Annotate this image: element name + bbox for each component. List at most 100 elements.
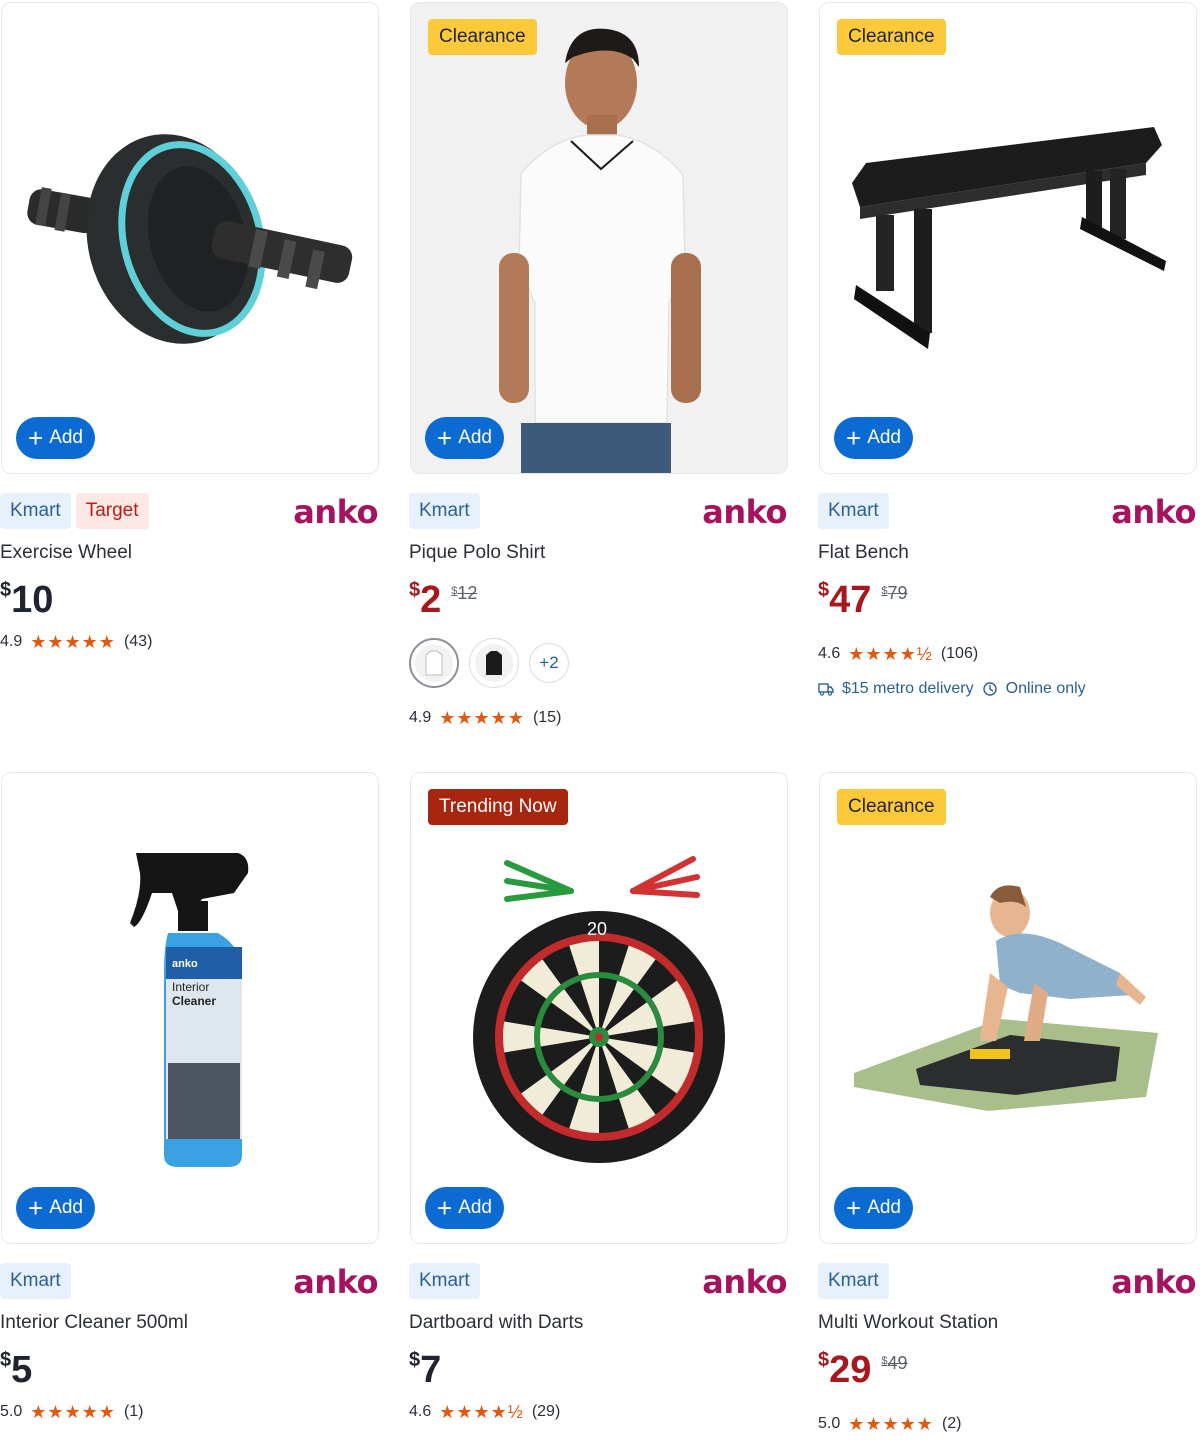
star-icons: ★★★★★ [30,1401,116,1422]
price-row: $7 [409,1349,789,1394]
online-only-icon [982,682,997,696]
star-icons: ★★★★★ [848,1413,934,1434]
rating-value: 4.9 [0,633,23,650]
current-price: $29 [818,1349,872,1391]
add-to-cart-button[interactable]: + Add [425,417,504,459]
interior-cleaner-bottle-image: anko Interior Cleaner [130,853,249,1167]
price-row: $47 $79 [818,579,1198,624]
product-card[interactable]: Clearance + Add Kmart anko Multi Workout… [818,772,1198,1438]
rating: 4.6 ★★★★½ (29) [409,1398,789,1426]
online-only-text: Online only [1005,680,1086,697]
white-shirt-icon [425,650,443,676]
add-label: Add [867,427,901,448]
review-count: (43) [123,633,153,650]
product-image-box[interactable]: Clearance + Add [819,2,1197,474]
product-image-box[interactable]: Clearance + Add [410,2,788,474]
current-price: $7 [409,1349,442,1391]
review-count: (2) [941,1415,962,1432]
delivery-text: $15 metro delivery [842,680,974,697]
add-to-cart-button[interactable]: + Add [16,1187,95,1229]
dartboard-image: 20 [473,856,725,1163]
add-to-cart-button[interactable]: + Add [16,417,95,459]
rating: 5.0 ★★★★★ (1) [0,1398,380,1426]
was-price: $49 [881,1353,908,1373]
plus-icon: + [437,423,453,453]
swatch-black[interactable] [469,638,519,688]
retailer-tags: Kmart anko [409,492,789,531]
add-to-cart-button[interactable]: + Add [425,1187,504,1229]
review-count: (1) [123,1403,144,1420]
plus-icon: + [437,1193,453,1223]
clearance-badge: Clearance [428,19,537,55]
retailer-tag-kmart: Kmart [409,493,480,529]
product-title[interactable]: Exercise Wheel [0,542,380,568]
price-row: $10 [0,579,380,624]
retailer-tag-kmart: Kmart [0,493,71,529]
polo-shirt-model-image [411,3,787,473]
plus-icon: + [28,1193,44,1223]
price-row: $2 $12 [409,579,789,624]
brand-logo: anko [702,493,787,531]
clearance-badge: Clearance [837,789,946,825]
retailer-tag-target: Target [75,493,149,529]
brand-logo: anko [293,493,378,531]
product-card[interactable]: + Add Kmart Target anko Exercise Wheel $… [0,2,380,656]
svg-text:Interior: Interior [172,980,209,994]
trending-badge: Trending Now [428,789,568,825]
retailer-tag-kmart: Kmart [818,493,889,529]
star-icons: ★★★★½ [848,643,933,664]
product-card[interactable]: Clearance + Add Kmart anko Pique Polo Sh… [409,2,789,732]
current-price: $10 [0,579,54,621]
product-image-box[interactable]: + Add [1,2,379,474]
current-price: $47 [818,579,872,621]
brand-logo: anko [702,1263,787,1301]
price-row: $5 [0,1349,380,1394]
add-label: Add [49,427,83,448]
more-swatches-button[interactable]: +2 [529,643,569,683]
rating-value: 4.9 [409,709,432,726]
retailer-tag-kmart: Kmart [0,1263,71,1299]
retailer-tags: Kmart anko [409,1262,789,1301]
star-icons: ★★★★★ [30,631,116,652]
rating: 5.0 ★★★★★ (2) [818,1410,1198,1438]
product-card[interactable]: 20 Trending Now + Add Kmart anko Dartboa… [409,772,789,1426]
rating: 4.9 ★★★★★ (15) [409,704,789,732]
product-image-box[interactable]: Clearance + Add [819,772,1197,1244]
add-label: Add [458,1197,492,1218]
product-image-box[interactable]: 20 Trending Now + Add [410,772,788,1244]
product-card[interactable]: anko Interior Cleaner + Add Kmart anko I… [0,772,380,1426]
price-row: $29 $49 [818,1349,1198,1394]
retailer-tags: Kmart anko [818,1262,1198,1301]
rating-value: 5.0 [0,1403,23,1420]
color-swatches: +2 [409,634,789,692]
add-label: Add [49,1197,83,1218]
plus-icon: + [846,423,862,453]
retailer-tags: Kmart anko [818,492,1198,531]
was-price: $12 [451,583,478,603]
retailer-tag-kmart: Kmart [818,1263,889,1299]
svg-text:Cleaner: Cleaner [172,994,216,1008]
product-card[interactable]: Clearance + Add Kmart anko Flat Bench $4… [818,2,1198,698]
was-price: $79 [881,583,908,603]
add-to-cart-button[interactable]: + Add [834,417,913,459]
rating-value: 5.0 [818,1415,841,1432]
current-price: $2 [409,579,442,621]
delivery-info: $15 metro delivery Online only [818,680,1198,698]
swatch-white[interactable] [409,638,459,688]
svg-text:20: 20 [587,919,607,939]
review-count: (15) [532,709,562,726]
retailer-tags: Kmart anko [0,1262,380,1301]
product-title[interactable]: Pique Polo Shirt [409,542,789,568]
flat-bench-image [852,127,1166,349]
plus-icon: + [846,1193,862,1223]
delivery-truck-icon [818,683,834,696]
review-count: (106) [940,645,979,662]
product-image-box[interactable]: anko Interior Cleaner + Add [1,772,379,1244]
add-to-cart-button[interactable]: + Add [834,1187,913,1229]
product-title[interactable]: Flat Bench [818,542,1198,568]
product-title[interactable]: Dartboard with Darts [409,1312,789,1338]
rating-value: 4.6 [818,645,841,662]
product-title[interactable]: Interior Cleaner 500ml [0,1312,380,1338]
current-price: $5 [0,1349,33,1391]
product-title[interactable]: Multi Workout Station [818,1312,1198,1338]
